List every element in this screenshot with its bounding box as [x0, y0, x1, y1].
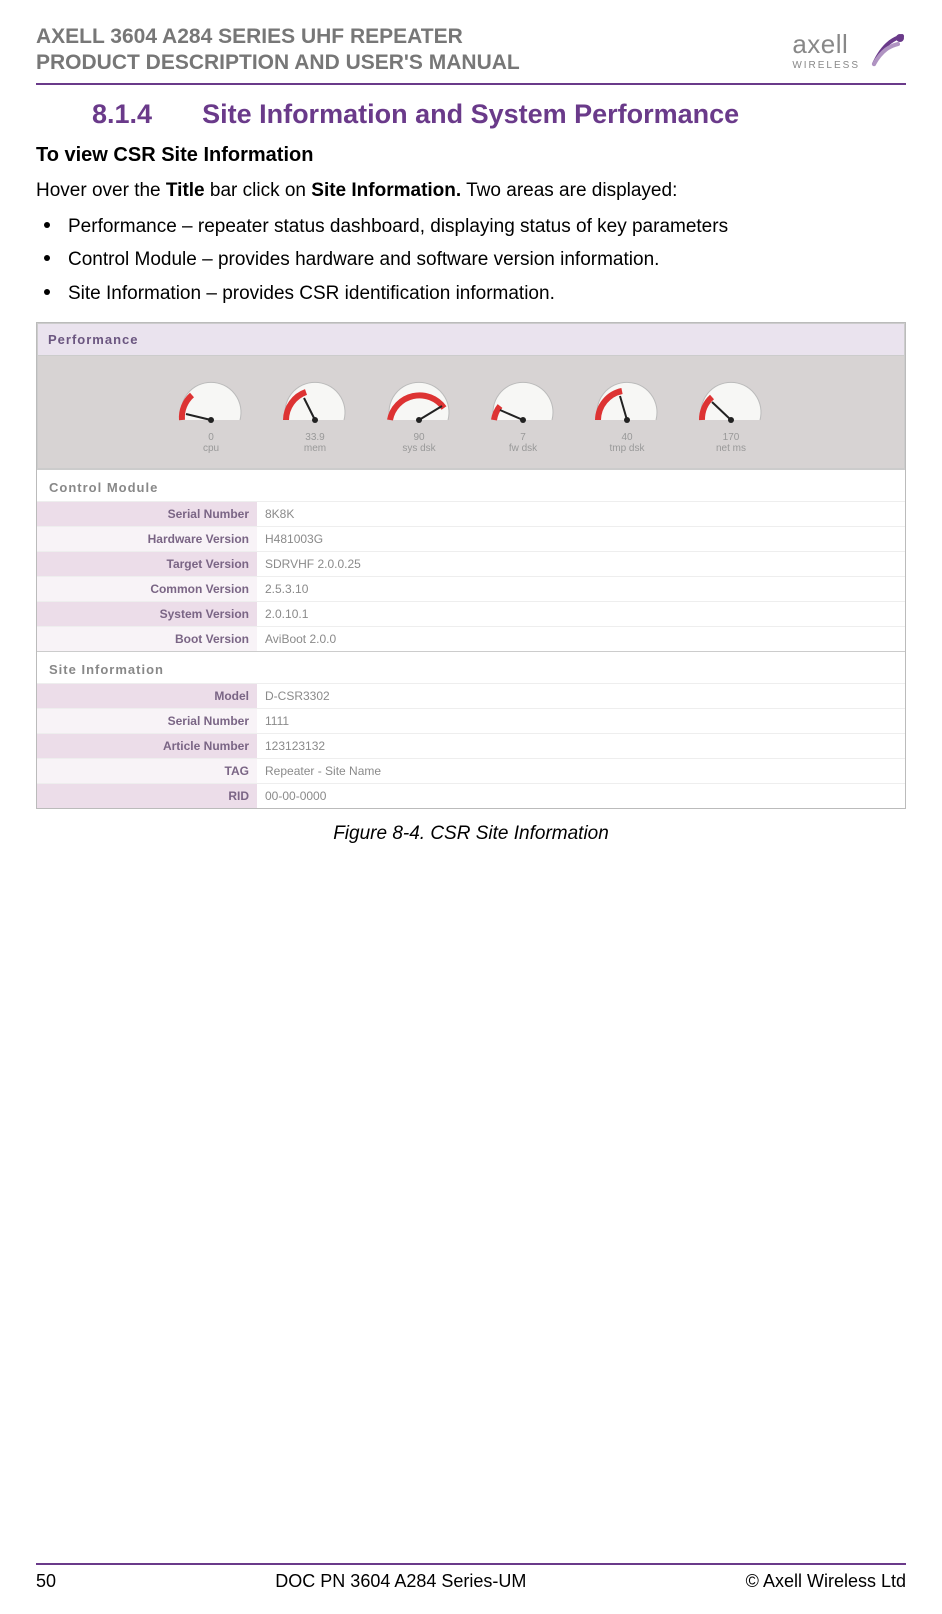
site-info-table: ModelD-CSR3302 Serial Number1111 Article…	[37, 683, 905, 808]
subheading: To view CSR Site Information	[36, 144, 906, 167]
gauge-sys-dsk: 90sys dsk	[378, 370, 460, 454]
brand-logo-icon	[866, 30, 906, 70]
row-value: 1111	[257, 709, 905, 734]
section-heading: 8.1.4 Site Information and System Perfor…	[92, 99, 906, 130]
table-row: Common Version2.5.3.10	[37, 577, 905, 602]
brand-name: axell	[792, 29, 848, 59]
figure-caption: Figure 8-4. CSR Site Information	[36, 823, 906, 845]
control-module-panel-title: Control Module	[37, 469, 905, 501]
intro-bold2: Site Information.	[311, 180, 461, 201]
footer-doc: DOC PN 3604 A284 Series-UM	[275, 1571, 526, 1592]
embedded-screenshot: Performance 0cpu 33.9mem 90sys dsk 7fw d…	[36, 322, 906, 809]
row-key: TAG	[37, 759, 257, 784]
row-key: Article Number	[37, 734, 257, 759]
page-footer: 50 DOC PN 3604 A284 Series-UM © Axell Wi…	[36, 1563, 906, 1592]
table-row: Boot VersionAviBoot 2.0.0	[37, 627, 905, 652]
intro-post: Two areas are displayed:	[461, 180, 677, 201]
row-value: D-CSR3302	[257, 684, 905, 709]
gauge-value: 40	[621, 432, 632, 443]
table-row: Target VersionSDRVHF 2.0.0.25	[37, 552, 905, 577]
table-row: Hardware VersionH481003G	[37, 527, 905, 552]
gauge-label: net ms	[716, 443, 746, 454]
gauge-strip: 0cpu 33.9mem 90sys dsk 7fw dsk 40tmp dsk…	[37, 355, 905, 469]
gauge-cpu: 0cpu	[170, 370, 252, 454]
row-key: Target Version	[37, 552, 257, 577]
row-value: SDRVHF 2.0.0.25	[257, 552, 905, 577]
gauge-mem: 33.9mem	[274, 370, 356, 454]
brand-text: axell WIRELESS	[792, 29, 860, 71]
table-row: TAGRepeater - Site Name	[37, 759, 905, 784]
row-key: RID	[37, 784, 257, 809]
table-row: Serial Number1111	[37, 709, 905, 734]
gauge-tmp-dsk: 40tmp dsk	[586, 370, 668, 454]
row-value: AviBoot 2.0.0	[257, 627, 905, 652]
row-value: Repeater - Site Name	[257, 759, 905, 784]
row-key: Serial Number	[37, 502, 257, 527]
document-header: AXELL 3604 A284 SERIES UHF REPEATER PROD…	[36, 24, 906, 85]
site-info-panel-title: Site Information	[37, 651, 905, 683]
gauge-value: 33.9	[305, 432, 324, 443]
bullet-list: Performance – repeater status dashboard,…	[36, 212, 906, 308]
intro-bold1: Title	[166, 180, 205, 201]
row-key: Model	[37, 684, 257, 709]
gauge-value: 7	[520, 432, 526, 443]
row-value: 2.5.3.10	[257, 577, 905, 602]
row-key: System Version	[37, 602, 257, 627]
page-number: 50	[36, 1571, 56, 1592]
doc-title: AXELL 3604 A284 SERIES UHF REPEATER PROD…	[36, 24, 520, 77]
control-module-table: Serial Number8K8K Hardware VersionH48100…	[37, 501, 905, 651]
list-item: Site Information – provides CSR identifi…	[36, 279, 906, 308]
row-value: 8K8K	[257, 502, 905, 527]
gauge-label: sys dsk	[402, 443, 435, 454]
gauge-label: fw dsk	[509, 443, 537, 454]
list-item: Performance – repeater status dashboard,…	[36, 212, 906, 241]
gauge-value: 0	[208, 432, 214, 443]
row-key: Boot Version	[37, 627, 257, 652]
gauge-label: mem	[304, 443, 326, 454]
row-key: Serial Number	[37, 709, 257, 734]
table-row: Article Number123123132	[37, 734, 905, 759]
intro-text: Hover over the Title bar click on Site I…	[36, 177, 906, 205]
row-key: Common Version	[37, 577, 257, 602]
row-value: H481003G	[257, 527, 905, 552]
section-number: 8.1.4	[92, 99, 152, 130]
gauge-value: 90	[413, 432, 424, 443]
row-value: 00-00-0000	[257, 784, 905, 809]
doc-title-line1: AXELL 3604 A284 SERIES UHF REPEATER	[36, 24, 520, 50]
gauge-fw-dsk: 7fw dsk	[482, 370, 564, 454]
footer-copy: © Axell Wireless Ltd	[746, 1571, 906, 1592]
intro-mid: bar click on	[205, 180, 312, 201]
list-item: Control Module – provides hardware and s…	[36, 245, 906, 274]
row-value: 123123132	[257, 734, 905, 759]
gauge-label: cpu	[203, 443, 219, 454]
brand: axell WIRELESS	[792, 29, 906, 71]
gauge-value: 170	[723, 432, 740, 443]
table-row: System Version2.0.10.1	[37, 602, 905, 627]
performance-panel-title: Performance	[37, 323, 905, 355]
table-row: Serial Number8K8K	[37, 502, 905, 527]
doc-title-line2: PRODUCT DESCRIPTION AND USER'S MANUAL	[36, 50, 520, 76]
row-key: Hardware Version	[37, 527, 257, 552]
table-row: ModelD-CSR3302	[37, 684, 905, 709]
intro-pre: Hover over the	[36, 180, 166, 201]
gauge-label: tmp dsk	[609, 443, 644, 454]
row-value: 2.0.10.1	[257, 602, 905, 627]
section-title: Site Information and System Performance	[202, 99, 739, 130]
gauge-net-ms: 170net ms	[690, 370, 772, 454]
brand-sub: WIRELESS	[792, 60, 860, 71]
table-row: RID00-00-0000	[37, 784, 905, 809]
